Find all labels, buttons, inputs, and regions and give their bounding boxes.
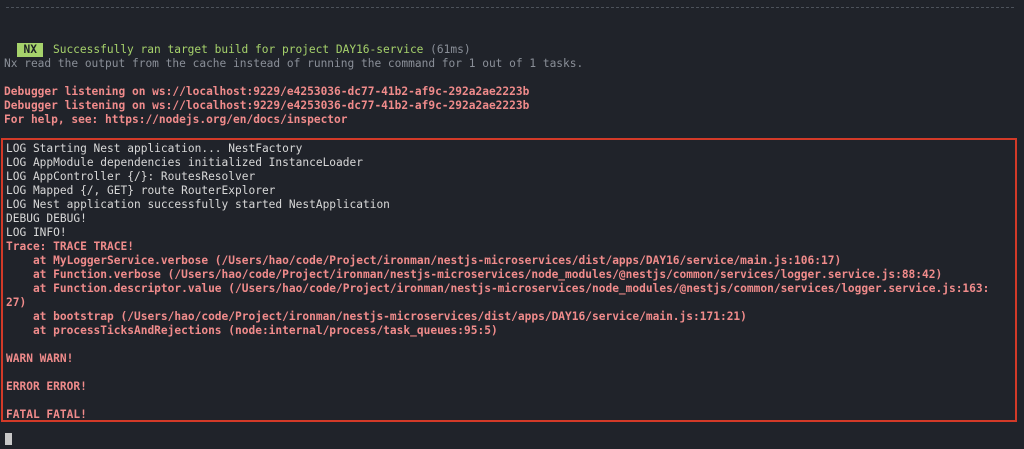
log-line: LOG Nest application successfully starte…	[6, 198, 390, 211]
stack-frame-line: at processTicksAndRejections (node:inter…	[6, 324, 498, 337]
log-line: LOG AppModule dependencies initialized I…	[6, 156, 363, 169]
stack-frame-line: at MyLoggerService.verbose (/Users/hao/c…	[6, 254, 842, 267]
nx-success-message: Successfully ran target build for projec…	[52, 43, 424, 56]
inspector-help-line: For help, see: https://nodejs.org/en/doc…	[4, 113, 348, 126]
debugger-line: Debugger listening on ws://localhost:922…	[4, 85, 530, 98]
nx-badge: NX	[17, 43, 43, 57]
debug-line: DEBUG DEBUG!	[6, 212, 87, 225]
stack-frame-line: at Function.verbose (/Users/hao/code/Pro…	[6, 268, 943, 281]
nx-status-line: NX Successfully ran target build for proj…	[4, 29, 471, 57]
terminal-cursor[interactable]	[5, 433, 12, 445]
trace-line: Trace: TRACE TRACE!	[6, 240, 134, 253]
stack-frame-line: at Function.descriptor.value (/Users/hao…	[6, 282, 990, 295]
info-line: LOG INFO!	[6, 226, 67, 239]
separator-rule	[6, 7, 1014, 8]
log-line: LOG Mapped {/, GET} route RouterExplorer	[6, 184, 276, 197]
stack-frame-wrap-line: 27)	[6, 296, 27, 309]
cache-message: Nx read the output from the cache instea…	[4, 57, 584, 70]
error-line: ERROR ERROR!	[6, 380, 87, 393]
highlighted-log-output: LOG Starting Nest application... NestFac…	[1, 138, 1017, 422]
log-line: LOG AppController {/}: RoutesResolver	[6, 170, 256, 183]
stack-frame-line: at bootstrap (/Users/hao/code/Project/ir…	[6, 310, 747, 323]
log-line: LOG Starting Nest application... NestFac…	[6, 142, 303, 155]
debugger-line: Debugger listening on ws://localhost:922…	[4, 99, 530, 112]
warn-line: WARN WARN!	[6, 352, 74, 365]
fatal-line: FATAL FATAL!	[6, 408, 87, 421]
nx-duration: (61ms)	[430, 43, 471, 56]
